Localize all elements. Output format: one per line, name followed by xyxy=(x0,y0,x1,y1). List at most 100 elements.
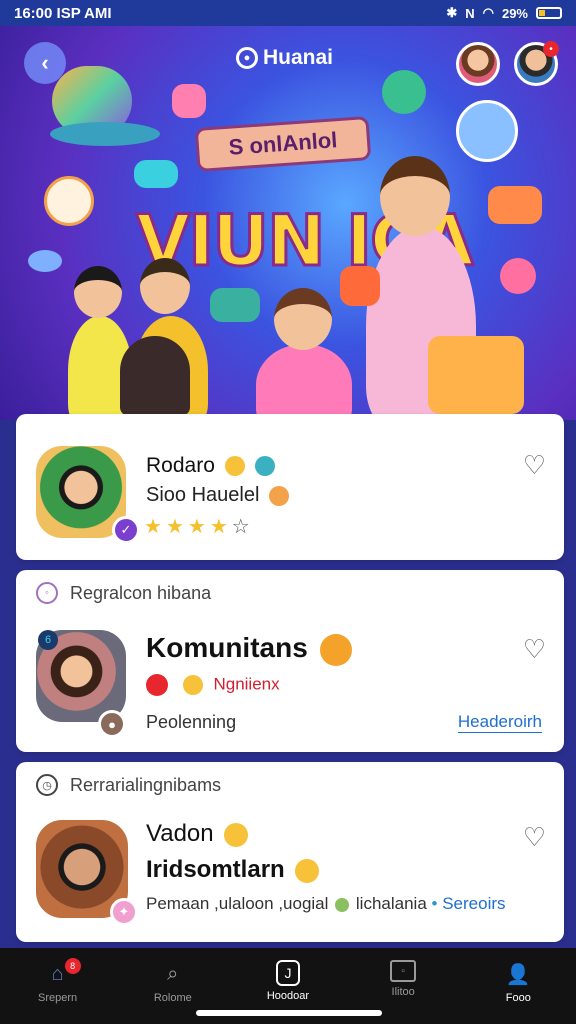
star-filled-icon: ★ xyxy=(209,516,232,538)
book-stack-icon xyxy=(340,266,380,306)
notification-badge: • xyxy=(543,41,559,57)
community-tag-row: Ngniienx xyxy=(146,674,280,696)
nav-reader[interactable]: J Hoodoar xyxy=(243,960,333,1002)
nav-profile[interactable]: 👤 Fooo xyxy=(473,960,563,1005)
home-indicator xyxy=(196,1010,382,1016)
favorite-heart-icon[interactable]: ♡ xyxy=(523,822,546,853)
profile-meta-mid: lichalania xyxy=(355,894,427,913)
sparkle-badge-icon: ✦ xyxy=(110,898,138,926)
badge-emoji-icon xyxy=(319,633,352,666)
gift-icon xyxy=(488,186,542,224)
nav-label: Ilitoo xyxy=(391,986,415,998)
profile-meta-row: Pemaan ,ulaloon ,uogial lichalania • Ser… xyxy=(146,894,506,914)
creator-name-row: Rodaro xyxy=(146,454,275,478)
section-header: ◷ Rerrarialingnibams xyxy=(16,762,564,808)
brand-name: Huanai xyxy=(263,46,334,69)
book-nav-icon: J xyxy=(275,960,300,986)
girl-figure xyxy=(256,344,352,420)
nav-search[interactable]: ⌕ Rolome xyxy=(128,960,218,1005)
record-icon xyxy=(146,674,168,696)
search-icon: ⌕ xyxy=(167,962,179,985)
favorite-heart-icon[interactable]: ♡ xyxy=(523,634,546,665)
currency-icon xyxy=(500,258,536,294)
profile-meta: Pemaan ,ulaloon ,uogial xyxy=(146,894,329,913)
battery-percent: 29% xyxy=(501,5,528,21)
music-bubble-icon xyxy=(172,84,206,118)
nav-home[interactable]: ⌂ 8 Srepern xyxy=(13,958,103,1004)
star-rating: ★★★★☆ xyxy=(144,514,254,539)
wink-emoji-icon xyxy=(295,858,320,883)
profile-name-row: Vadon xyxy=(146,820,249,848)
friend-avatar[interactable]: • xyxy=(514,41,559,86)
status-time: 16:00 ISP AMI xyxy=(14,4,112,22)
woman-head xyxy=(380,156,450,236)
nav-label: Srepern xyxy=(38,992,78,1004)
nav-library[interactable]: ▫ Ilitoo xyxy=(358,960,448,998)
star-filled-icon: ★ xyxy=(144,516,166,538)
services-link[interactable]: Sereoirs xyxy=(442,894,505,913)
cloud-icon xyxy=(28,250,62,272)
status-bar: 16:00 ISP AMI ✱ N ◠ 29% xyxy=(0,0,576,26)
nav-label: Fooo xyxy=(505,992,531,1004)
community-tag: Ngniienx xyxy=(213,674,280,694)
smile-emoji-icon xyxy=(224,456,245,477)
leaf-icon xyxy=(335,897,350,912)
community-title-row: Komunitans xyxy=(146,632,352,666)
profile-avatar[interactable] xyxy=(456,42,500,86)
smile-emoji-icon xyxy=(224,822,249,847)
cloud-platform-icon xyxy=(50,122,160,146)
community-title: Komunitans xyxy=(146,632,308,663)
member-badge-icon: ● xyxy=(98,710,126,738)
community-meta: Peolenning xyxy=(146,712,237,732)
boy-head xyxy=(74,266,122,318)
favorite-heart-icon[interactable]: ♡ xyxy=(523,450,546,481)
brand-icon: ● xyxy=(236,47,258,69)
bluetooth-icon: ✱ xyxy=(446,5,458,20)
platform-icon: 6 xyxy=(38,630,58,650)
creator-subtitle-row: Sioo Hauelel xyxy=(146,484,289,507)
book-icon xyxy=(134,160,178,188)
girl-head xyxy=(274,288,332,350)
nav-label: Rolome xyxy=(153,992,192,1004)
happy-emoji-icon xyxy=(182,675,203,695)
circle-icon: ◦ xyxy=(36,582,58,604)
header-link[interactable]: Headeroirh xyxy=(457,712,542,733)
girl-avatar-bubble xyxy=(456,100,518,162)
profile-card[interactable]: ◷ Rerrarialingnibams ✦ Vadon Iridsomtlar… xyxy=(16,762,564,942)
section-label: Regralcon hibana xyxy=(70,582,212,603)
verified-badge-icon: ✓ xyxy=(112,516,140,544)
grin-emoji-icon xyxy=(268,485,289,506)
status-icons: ✱ N ◠ 29% xyxy=(446,5,562,21)
game-box-icon xyxy=(210,288,260,322)
profile-name-secondary: Iridsomtlarn xyxy=(146,856,285,883)
star-filled-icon: ★ xyxy=(165,516,188,538)
library-icon: ▫ xyxy=(390,960,417,982)
chevron-left-icon: ‹ xyxy=(41,50,49,75)
brand-logo: ● Huanai xyxy=(236,46,333,70)
book-pile-icon xyxy=(428,336,524,414)
section-header: ◦ Regralcon hibana xyxy=(16,570,564,616)
banner-ribbon: S onlAnlol xyxy=(194,115,372,173)
profile-name2-row: Iridsomtlarn xyxy=(146,856,320,884)
tag-emoji-icon xyxy=(254,456,275,477)
nav-label: Hoodoar xyxy=(266,990,310,1002)
star-filled-icon: ★ xyxy=(187,516,210,538)
hero-banner: ‹ ● Huanai • S onlAnlol VIUN ICA xyxy=(0,26,576,420)
nav-badge: 8 xyxy=(64,958,81,974)
kid-avatar-bubble xyxy=(44,176,94,226)
profile-name: Vadon xyxy=(146,820,214,847)
user-icon: 👤 xyxy=(505,963,531,986)
nfc-icon: N xyxy=(465,5,475,21)
battery-icon xyxy=(536,7,562,19)
clock-icon: ◷ xyxy=(36,774,58,796)
creator-card[interactable]: ✓ Rodaro Sioo Hauelel ★★★★☆ ♡ xyxy=(16,414,564,560)
star-empty-icon: ☆ xyxy=(231,516,254,538)
creator-name: Rodaro xyxy=(146,454,215,477)
community-card[interactable]: ◦ Regralcon hibana ● 6 Komunitans Ngniie… xyxy=(16,570,564,752)
guitar-icon xyxy=(120,336,190,416)
dot-separator: • xyxy=(431,894,443,913)
chat-bubble-icon xyxy=(382,70,426,114)
wifi-icon: ◠ xyxy=(482,5,494,20)
section-label: Rerrarialingnibams xyxy=(70,774,222,795)
creator-subtitle: Sioo Hauelel xyxy=(146,484,260,506)
